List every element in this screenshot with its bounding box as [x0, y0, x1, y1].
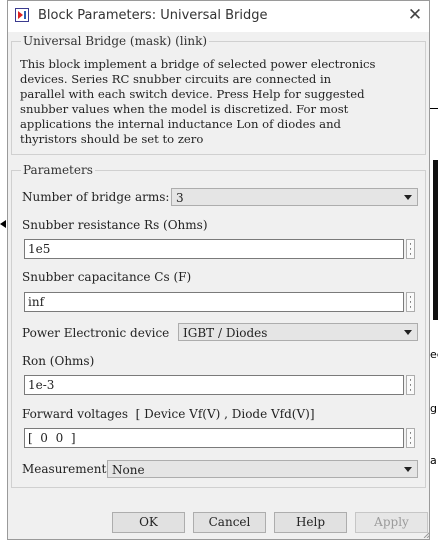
measurements-value: None [112, 463, 145, 477]
snubber-cs-field[interactable]: inf [24, 292, 404, 312]
snubber-cs-value: inf [28, 295, 45, 309]
ron-more-button[interactable]: · · · [406, 375, 415, 396]
snubber-rs-value: 1e5 [28, 242, 51, 256]
bridge-arms-label: Number of bridge arms: [22, 190, 170, 204]
title-bar[interactable]: Block Parameters: Universal Bridge ✕ [8, 1, 429, 32]
help-button[interactable]: Help [274, 512, 347, 533]
apply-button: Apply [355, 512, 428, 533]
forward-voltages-more-button[interactable]: · · · [406, 428, 415, 449]
snubber-cs-label: Snubber capacitance Cs (F) [22, 270, 192, 284]
mask-group-title: Universal Bridge (mask) (link) [21, 34, 210, 48]
background-text: gl [430, 402, 438, 415]
forward-voltages-label: Forward voltages [ Device Vf(V) , Diode … [22, 407, 315, 421]
snubber-rs-label: Snubber resistance Rs (Ohms) [22, 218, 208, 232]
background-text: a [430, 454, 437, 467]
ron-label: Ron (Ohms) [22, 354, 95, 368]
chevron-down-icon [404, 330, 412, 335]
background-line [430, 108, 438, 109]
bridge-arms-select[interactable]: 3 [171, 188, 418, 206]
ron-value: 1e-3 [28, 378, 55, 392]
window-title: Block Parameters: Universal Bridge [38, 8, 268, 23]
mask-description: This block implement a bridge of selecte… [20, 57, 376, 146]
device-label: Power Electronic device [22, 326, 170, 340]
forward-voltages-value: [ 0 0 ] [28, 431, 76, 445]
measurements-select[interactable]: None [107, 460, 418, 478]
background-text: ee [430, 348, 438, 361]
parameters-group-title: Parameters [21, 163, 95, 177]
block-parameters-dialog: Block Parameters: Universal Bridge ✕ Uni… [7, 0, 430, 540]
forward-voltages-field[interactable]: [ 0 0 ] [24, 428, 404, 448]
cancel-button[interactable]: Cancel [193, 512, 266, 533]
ron-field[interactable]: 1e-3 [24, 375, 404, 395]
background-arrow [0, 220, 6, 228]
chevron-down-icon [404, 195, 412, 200]
close-icon[interactable]: ✕ [406, 5, 424, 25]
ok-button[interactable]: OK [112, 512, 185, 533]
resize-grip-icon[interactable] [422, 530, 430, 538]
simulink-block-icon [15, 8, 29, 22]
snubber-rs-more-button[interactable]: · · · [406, 239, 415, 260]
device-value: IGBT / Diodes [183, 326, 268, 340]
snubber-cs-more-button[interactable]: · · · [406, 292, 415, 313]
bridge-arms-value: 3 [176, 191, 184, 205]
measurements-label: Measurements [22, 462, 113, 476]
device-select[interactable]: IGBT / Diodes [178, 323, 418, 341]
chevron-down-icon [404, 467, 412, 472]
snubber-rs-field[interactable]: 1e5 [24, 239, 404, 259]
background-block [433, 160, 438, 320]
